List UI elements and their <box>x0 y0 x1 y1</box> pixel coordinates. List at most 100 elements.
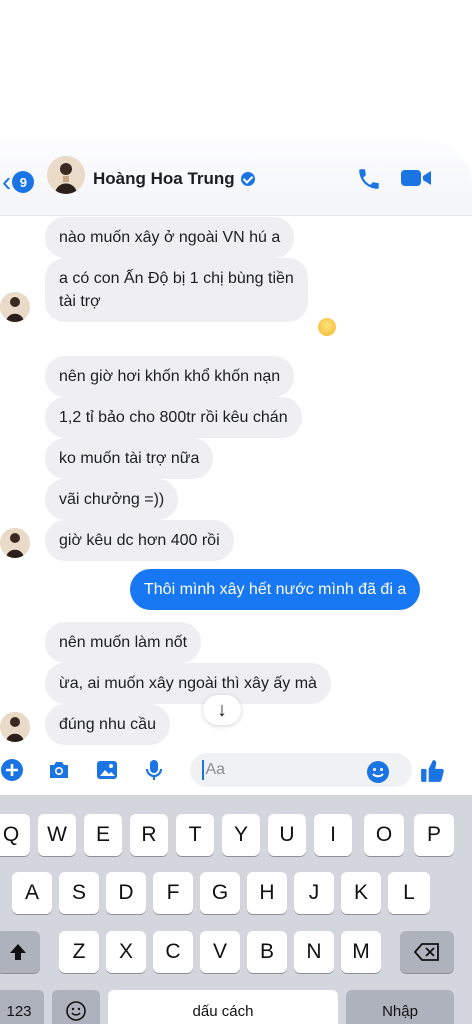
key-f[interactable]: F <box>153 872 193 914</box>
key-label: D <box>118 881 134 904</box>
key-u[interactable]: U <box>268 814 306 856</box>
shift-key[interactable] <box>0 931 40 973</box>
message-bubble-incoming[interactable]: nên giờ hơi khốn khổ khốn nạn <box>45 356 295 397</box>
emoji-icon[interactable] <box>366 760 390 784</box>
sender-avatar[interactable] <box>0 292 30 322</box>
plus-circle-icon[interactable] <box>0 758 24 782</box>
key-label: U <box>279 823 295 846</box>
key-e[interactable]: E <box>84 814 122 856</box>
ios-keyboard: Q W E R T Y U I O P A S D F G H J K L Z … <box>0 795 472 1024</box>
key-label: L <box>403 881 415 904</box>
message-bubble-incoming[interactable]: vãi chưởng =)) <box>45 479 179 520</box>
message-bubble-incoming[interactable]: giờ kêu dc hơn 400 rồi <box>45 520 234 561</box>
message-text: giờ kêu dc hơn 400 rồi <box>59 532 220 549</box>
key-label: R <box>141 823 157 846</box>
message-bubble-incoming[interactable]: nên muốn làm nốt <box>45 622 202 663</box>
thumbs-up-icon[interactable] <box>420 758 446 784</box>
message-text: 1,2 tỉ bảo cho 800tr rồi kêu chán <box>59 409 288 426</box>
emoji-key[interactable] <box>52 990 100 1024</box>
key-v[interactable]: V <box>200 931 240 973</box>
message-bubble-incoming[interactable]: ko muốn tài trợ nữa <box>45 438 214 479</box>
scroll-to-bottom-button[interactable]: ↓ <box>203 695 241 725</box>
key-label: dấu cách <box>192 1002 254 1020</box>
numbers-key[interactable]: 123 <box>0 990 44 1024</box>
camera-icon[interactable] <box>47 758 71 782</box>
key-label: Q <box>2 823 20 846</box>
contact-name-text: Hoàng Hoa Trung <box>93 169 235 188</box>
key-label: E <box>95 823 110 846</box>
key-label: N <box>306 940 322 963</box>
gallery-icon[interactable] <box>95 758 119 782</box>
microphone-icon[interactable] <box>142 758 166 782</box>
key-y[interactable]: Y <box>222 814 260 856</box>
key-h[interactable]: H <box>247 872 287 914</box>
key-label: B <box>259 940 274 963</box>
emoji-face-icon <box>66 1001 86 1021</box>
key-label: A <box>24 881 39 904</box>
key-label: W <box>47 823 67 846</box>
key-label: S <box>71 881 86 904</box>
contact-name[interactable]: Hoàng Hoa Trung <box>93 169 255 189</box>
message-text: ko muốn tài trợ nữa <box>59 450 200 467</box>
key-c[interactable]: C <box>153 931 193 973</box>
text-caret <box>202 760 204 780</box>
key-m[interactable]: M <box>341 931 381 973</box>
conversation-header: ‹ 9 Hoàng Hoa Trung <box>0 140 472 216</box>
sender-avatar[interactable] <box>0 712 30 742</box>
key-j[interactable]: J <box>294 872 334 914</box>
message-bubble-incoming[interactable]: ừa, ai muốn xây ngoài thì xây ấy mà <box>45 663 331 704</box>
key-i[interactable]: I <box>314 814 352 856</box>
message-bubble-outgoing[interactable]: Thôi mình xây hết nước mình đã đi a <box>130 569 421 610</box>
key-label: X <box>118 940 133 963</box>
key-a[interactable]: A <box>12 872 52 914</box>
key-label: I <box>330 823 336 846</box>
key-label: V <box>212 940 227 963</box>
backspace-key[interactable] <box>400 931 454 973</box>
message-text: đúng nhu cầu <box>59 716 156 733</box>
key-label: P <box>426 823 441 846</box>
key-label: C <box>165 940 181 963</box>
message-text: nào muốn xây ở ngoài VN hú a <box>59 229 281 246</box>
message-text: a có con Ấn Độ bị 1 chị bùng tiền tài tr… <box>59 270 294 310</box>
key-g[interactable]: G <box>200 872 240 914</box>
space-key[interactable]: dấu cách <box>108 990 338 1024</box>
message-bubble-incoming[interactable]: đúng nhu cầu <box>45 704 170 745</box>
key-n[interactable]: N <box>294 931 334 973</box>
message-bubble-incoming[interactable]: 1,2 tỉ bảo cho 800tr rồi kêu chán <box>45 397 302 438</box>
key-label: O <box>375 823 393 846</box>
key-t[interactable]: T <box>176 814 214 856</box>
key-z[interactable]: Z <box>59 931 99 973</box>
key-label: Y <box>233 823 248 846</box>
reaction-emoji-icon[interactable] <box>318 318 336 336</box>
sender-avatar[interactable] <box>0 528 30 558</box>
video-call-icon[interactable] <box>400 166 432 190</box>
arrow-down-icon: ↓ <box>217 698 227 721</box>
unread-count-badge: 9 <box>12 171 35 193</box>
key-r[interactable]: R <box>130 814 168 856</box>
key-label: M <box>352 940 370 963</box>
key-x[interactable]: X <box>106 931 146 973</box>
back-button[interactable]: ‹ 9 <box>2 168 35 196</box>
key-d[interactable]: D <box>106 872 146 914</box>
message-composer: Aa <box>0 745 472 795</box>
message-text: nên muốn làm nốt <box>59 634 188 651</box>
phone-call-icon[interactable] <box>356 166 382 192</box>
key-s[interactable]: S <box>59 872 99 914</box>
key-l[interactable]: L <box>388 872 430 914</box>
key-w[interactable]: W <box>38 814 76 856</box>
return-key[interactable]: Nhập <box>346 990 454 1024</box>
key-k[interactable]: K <box>341 872 381 914</box>
key-p[interactable]: P <box>414 814 454 856</box>
key-o[interactable]: O <box>364 814 404 856</box>
message-text: ừa, ai muốn xây ngoài thì xây ấy mà <box>59 675 317 692</box>
key-label: Nhập <box>382 1002 418 1020</box>
key-b[interactable]: B <box>247 931 287 973</box>
message-bubble-incoming[interactable]: a có con Ấn Độ bị 1 chị bùng tiền tài tr… <box>45 258 308 322</box>
key-label: 123 <box>6 1002 32 1020</box>
key-q[interactable]: Q <box>0 814 30 856</box>
contact-avatar[interactable] <box>47 156 85 194</box>
key-label: G <box>211 881 229 904</box>
message-text: nên giờ hơi khốn khổ khốn nạn <box>59 368 281 385</box>
message-bubble-incoming[interactable]: nào muốn xây ở ngoài VN hú a <box>45 217 295 258</box>
message-text: vãi chưởng =)) <box>59 491 165 508</box>
